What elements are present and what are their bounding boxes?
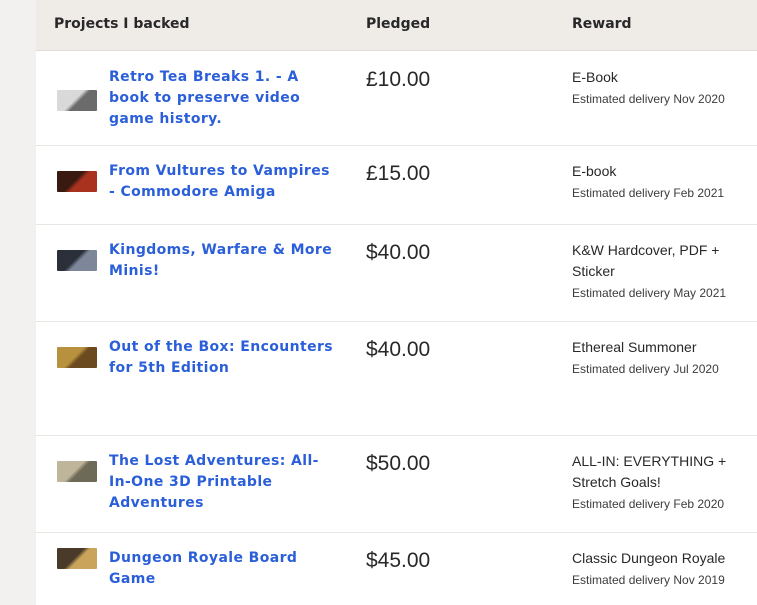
- reward-name: Classic Dungeon Royale: [572, 550, 726, 566]
- reward-cell: Classic Dungeon Royale Estimated deliver…: [572, 548, 752, 588]
- reward-cell: E-Book Estimated delivery Nov 2020: [572, 67, 752, 107]
- pledge-amount: $40.00: [366, 338, 431, 361]
- project-title-link[interactable]: Kingdoms, Warfare & More Minis!: [109, 240, 334, 282]
- reward-name: E-Book: [572, 69, 618, 85]
- project-title-link[interactable]: From Vultures to Vampires - Commodore Am…: [109, 161, 334, 203]
- table-row: Out of the Box: Encounters for 5th Editi…: [36, 322, 757, 436]
- reward-name: K&W Hardcover, PDF + Sticker: [572, 242, 720, 279]
- header-pledged: Pledged: [366, 16, 431, 32]
- project-thumbnail[interactable]: [57, 548, 97, 569]
- table-row: Dungeon Royale Board Game $45.00 Classic…: [36, 533, 757, 605]
- reward-cell: K&W Hardcover, PDF + Sticker Estimated d…: [572, 240, 752, 301]
- reward-cell: E-book Estimated delivery Feb 2021: [572, 161, 752, 201]
- reward-name: Ethereal Summoner: [572, 339, 697, 355]
- project-thumbnail[interactable]: [57, 171, 97, 192]
- estimated-delivery: Estimated delivery Nov 2020: [572, 92, 725, 106]
- backed-projects-table: Projects I backed Pledged Reward Retro T…: [36, 0, 757, 605]
- project-thumbnail[interactable]: [57, 90, 97, 111]
- estimated-delivery: Estimated delivery Jul 2020: [572, 362, 719, 376]
- estimated-delivery: Estimated delivery May 2021: [572, 286, 727, 300]
- header-reward: Reward: [572, 16, 632, 32]
- reward-cell: Ethereal Summoner Estimated delivery Jul…: [572, 337, 752, 377]
- reward-cell: ALL-IN: EVERYTHING + Stretch Goals! Esti…: [572, 451, 752, 512]
- project-title-link[interactable]: The Lost Adventures: All-In-One 3D Print…: [109, 451, 334, 514]
- estimated-delivery: Estimated delivery Feb 2021: [572, 186, 725, 200]
- project-title-link[interactable]: Out of the Box: Encounters for 5th Editi…: [109, 337, 334, 379]
- project-thumbnail[interactable]: [57, 347, 97, 368]
- header-projects: Projects I backed: [54, 16, 190, 32]
- pledge-amount: $45.00: [366, 549, 431, 572]
- estimated-delivery: Estimated delivery Feb 2020: [572, 497, 725, 511]
- project-thumbnail[interactable]: [57, 250, 97, 271]
- table-row: Retro Tea Breaks 1. - A book to preserve…: [36, 51, 757, 146]
- table-row: The Lost Adventures: All-In-One 3D Print…: [36, 436, 757, 533]
- table-header: Projects I backed Pledged Reward: [36, 0, 757, 51]
- reward-name: ALL-IN: EVERYTHING + Stretch Goals!: [572, 453, 727, 490]
- estimated-delivery: Estimated delivery Nov 2019: [572, 573, 725, 587]
- pledge-amount: $40.00: [366, 241, 431, 264]
- table-row: From Vultures to Vampires - Commodore Am…: [36, 146, 757, 225]
- table-row: Kingdoms, Warfare & More Minis! $40.00 K…: [36, 225, 757, 322]
- pledge-amount: £15.00: [366, 162, 431, 185]
- reward-name: E-book: [572, 163, 617, 179]
- pledge-amount: $50.00: [366, 452, 431, 475]
- project-title-link[interactable]: Retro Tea Breaks 1. - A book to preserve…: [109, 67, 334, 130]
- pledge-amount: £10.00: [366, 68, 431, 91]
- project-thumbnail[interactable]: [57, 461, 97, 482]
- project-title-link[interactable]: Dungeon Royale Board Game: [109, 548, 334, 590]
